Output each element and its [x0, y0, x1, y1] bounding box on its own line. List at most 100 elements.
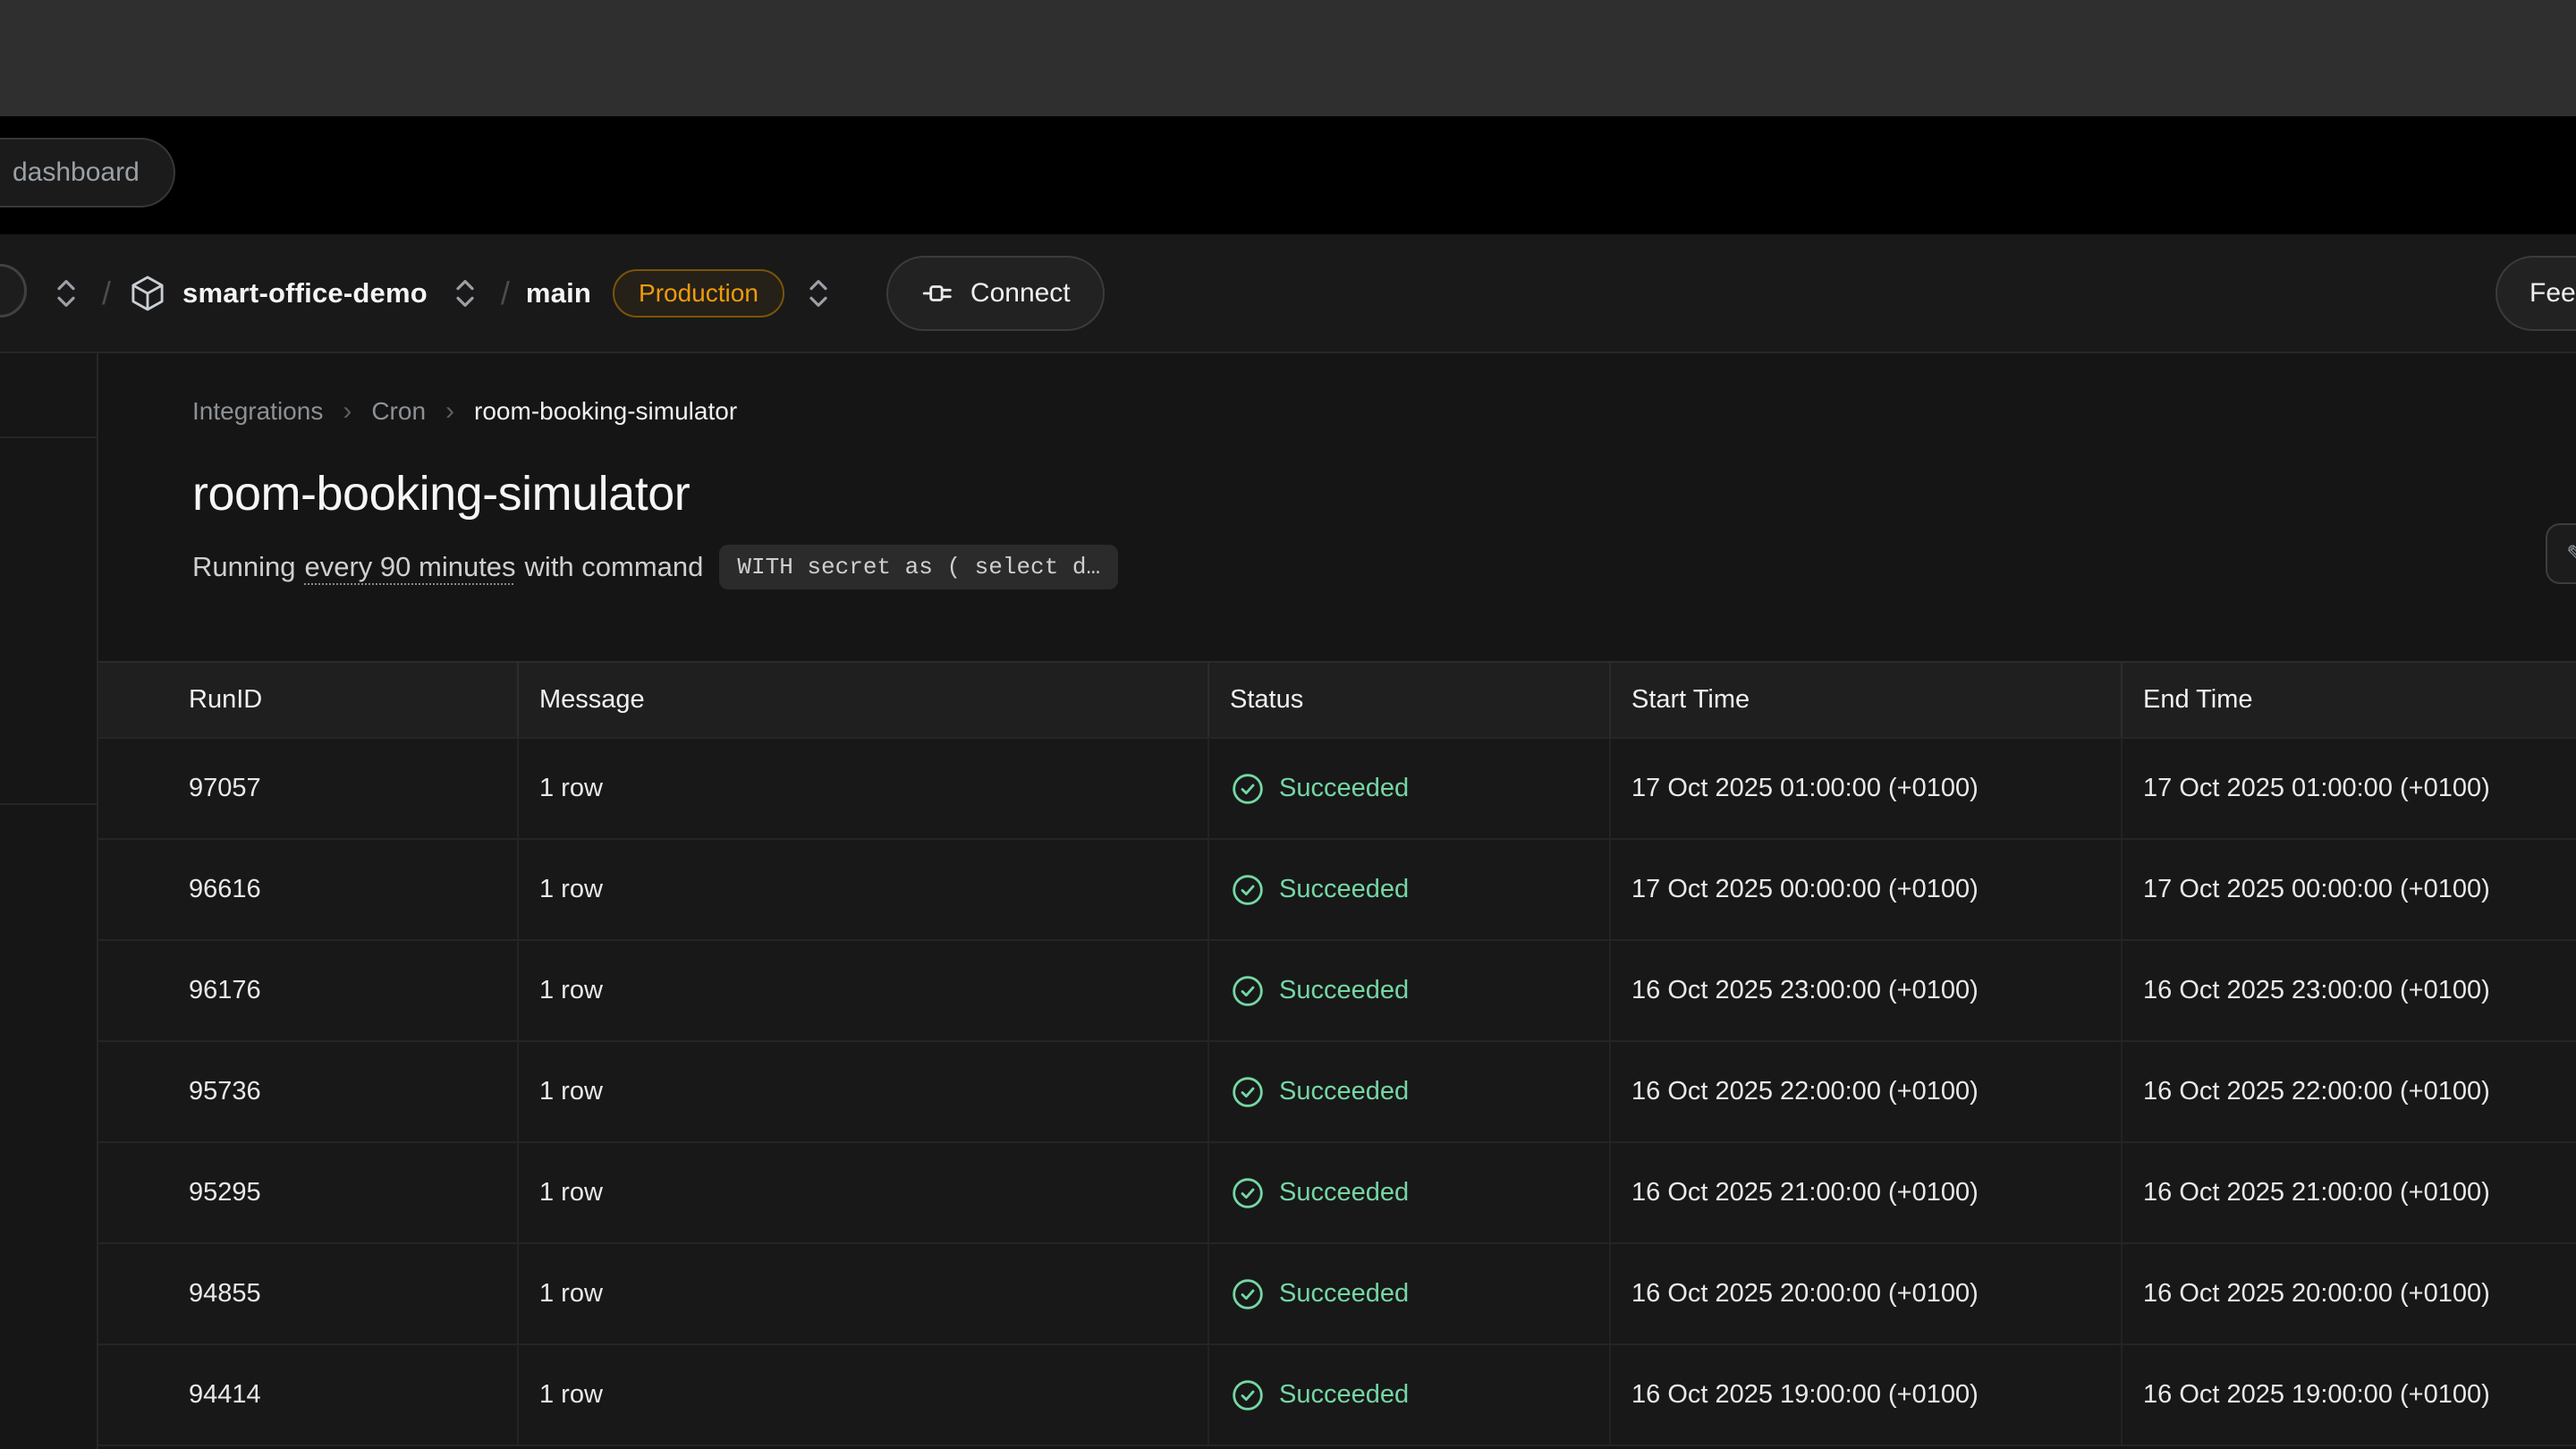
status-label: Succeeded — [1279, 875, 1409, 904]
breadcrumb-current: room-booking-simulator — [474, 397, 737, 426]
check-circle-icon — [1230, 1377, 1266, 1413]
path-separator: / — [102, 275, 111, 312]
cell-run-id: 94414 — [98, 1345, 517, 1445]
cell-start-time: 16 Oct 2025 20:00:00 (+0100) — [1609, 1244, 2121, 1343]
cell-end-time: 16 Oct 2025 23:00:00 (+0100) — [2121, 941, 2576, 1040]
branch-switcher-chevron-icon[interactable] — [799, 269, 838, 318]
cell-start-time: 16 Oct 2025 23:00:00 (+0100) — [1609, 941, 2121, 1040]
cell-status: Succeeded — [1208, 1244, 1609, 1343]
cell-run-id: 94855 — [98, 1244, 517, 1343]
tab-label: dashboard — [13, 157, 140, 188]
feedback-label: Feedback — [2529, 278, 2576, 309]
status-label: Succeeded — [1279, 1380, 1409, 1410]
schedule-middle: with command — [525, 551, 704, 583]
cell-start-time: 17 Oct 2025 01:00:00 (+0100) — [1609, 739, 2121, 838]
cell-message: 1 row — [517, 1345, 1208, 1445]
column-header-end: End Time — [2121, 663, 2576, 737]
column-header-runid: RunID — [98, 663, 517, 737]
cell-run-id: 96176 — [98, 941, 517, 1040]
tab-strip: dashboard — [0, 116, 2576, 234]
cell-run-id: 97057 — [98, 739, 517, 838]
status-label: Succeeded — [1279, 1077, 1409, 1106]
table-header-row: RunID Message Status Start Time End Time — [98, 663, 2576, 739]
edge-action-button[interactable]: ✎ — [2546, 523, 2576, 584]
table-row[interactable]: 961761 row Succeeded 16 Oct 2025 23:00:00 … — [98, 941, 2576, 1042]
cell-status: Succeeded — [1208, 941, 1609, 1040]
check-circle-icon — [1230, 771, 1266, 807]
check-circle-icon — [1230, 1175, 1266, 1211]
branch-name[interactable]: main — [526, 277, 591, 309]
schedule-prefix: Running — [192, 551, 295, 583]
cell-end-time: 16 Oct 2025 19:00:00 (+0100) — [2121, 1345, 2576, 1445]
feedback-button[interactable]: Feedback — [2496, 256, 2576, 331]
cell-end-time: 17 Oct 2025 01:00:00 (+0100) — [2121, 739, 2576, 838]
tab-dashboard[interactable]: dashboard — [0, 138, 175, 208]
cell-end-time: 17 Oct 2025 00:00:00 (+0100) — [2121, 840, 2576, 939]
column-header-status: Status — [1208, 663, 1609, 737]
project-switcher-chevron-icon[interactable] — [445, 269, 485, 318]
project-name[interactable]: smart-office-demo — [182, 277, 428, 309]
cell-status: Succeeded — [1208, 840, 1609, 939]
breadcrumb: Integrations › Cron › room-booking-simul… — [192, 396, 2576, 427]
runs-table: RunID Message Status Start Time End Time… — [98, 661, 2576, 1446]
cell-message: 1 row — [517, 1042, 1208, 1141]
table-body: 970571 rowSucceeded17 Oct 2025 01:00:00 … — [98, 739, 2576, 1446]
main-content: Integrations › Cron › room-booking-simul… — [98, 353, 2576, 1449]
command-chip[interactable]: WITH secret as ( select d… — [719, 545, 1118, 589]
table-row[interactable]: 952951 row Succeeded 16 Oct 2025 21:00:00 … — [98, 1143, 2576, 1244]
cell-start-time: 16 Oct 2025 22:00:00 (+0100) — [1609, 1042, 2121, 1141]
status-label: Succeeded — [1279, 1279, 1409, 1309]
status-label: Succeeded — [1279, 774, 1409, 803]
org-avatar[interactable] — [0, 264, 27, 318]
cell-status: Succeeded — [1208, 739, 1609, 838]
cell-end-time: 16 Oct 2025 20:00:00 (+0100) — [2121, 1244, 2576, 1343]
connect-label: Connect — [970, 278, 1071, 309]
cell-status: Succeeded — [1208, 1345, 1609, 1445]
check-circle-icon — [1230, 1276, 1266, 1312]
path-separator: / — [501, 275, 510, 312]
cell-message: 1 row — [517, 840, 1208, 939]
app-window: dashboard / smart-office-demo / main Pro… — [0, 0, 2576, 1449]
cell-run-id: 95736 — [98, 1042, 517, 1141]
collapsed-sidebar — [0, 353, 98, 1449]
cell-start-time: 16 Oct 2025 19:00:00 (+0100) — [1609, 1345, 2121, 1445]
plug-icon — [920, 275, 956, 311]
cell-status: Succeeded — [1208, 1042, 1609, 1141]
check-circle-icon — [1230, 1074, 1266, 1110]
breadcrumb-cron[interactable]: Cron — [371, 397, 426, 426]
page-title: room-booking-simulator — [192, 466, 2576, 521]
column-header-message: Message — [517, 663, 1208, 737]
check-circle-icon — [1230, 872, 1266, 908]
cell-message: 1 row — [517, 1143, 1208, 1242]
sidebar-section — [0, 438, 97, 805]
org-switcher-chevron-icon[interactable] — [47, 269, 86, 318]
breadcrumb-integrations[interactable]: Integrations — [192, 397, 323, 426]
check-circle-icon — [1230, 973, 1266, 1009]
environment-bar: / smart-office-demo / main Production Co… — [0, 234, 2576, 353]
browser-chrome-bar — [0, 0, 2576, 116]
table-row[interactable]: 944141 row Succeeded 16 Oct 2025 19:00:00 … — [98, 1345, 2576, 1446]
status-label: Succeeded — [1279, 1178, 1409, 1208]
schedule-interval[interactable]: every 90 minutes — [304, 551, 515, 583]
cell-message: 1 row — [517, 941, 1208, 1040]
schedule-summary: Running every 90 minutes with command WI… — [192, 545, 1118, 589]
cell-message: 1 row — [517, 739, 1208, 838]
edit-icon: ✎ — [2566, 540, 2576, 568]
cell-start-time: 16 Oct 2025 21:00:00 (+0100) — [1609, 1143, 2121, 1242]
cell-start-time: 17 Oct 2025 00:00:00 (+0100) — [1609, 840, 2121, 939]
cell-message: 1 row — [517, 1244, 1208, 1343]
connect-button[interactable]: Connect — [886, 256, 1105, 331]
table-row[interactable]: 970571 row Succeeded 17 Oct 2025 01:00:00 … — [98, 739, 2576, 840]
table-row[interactable]: 948551 row Succeeded 16 Oct 2025 20:00:00 … — [98, 1244, 2576, 1345]
column-header-start: Start Time — [1609, 663, 2121, 737]
environment-badge: Production — [613, 269, 784, 318]
project-cube-icon — [127, 273, 168, 314]
chevron-right-icon: › — [343, 396, 352, 427]
cell-run-id: 95295 — [98, 1143, 517, 1242]
table-row[interactable]: 966161 rowSucceeded17 Oct 2025 00:00:00 … — [98, 840, 2576, 941]
cell-status: Succeeded — [1208, 1143, 1609, 1242]
sidebar-section — [0, 353, 97, 438]
status-label: Succeeded — [1279, 976, 1409, 1005]
table-row[interactable]: 957361 row Succeeded 16 Oct 2025 22:00:00 … — [98, 1042, 2576, 1143]
cell-end-time: 16 Oct 2025 21:00:00 (+0100) — [2121, 1143, 2576, 1242]
